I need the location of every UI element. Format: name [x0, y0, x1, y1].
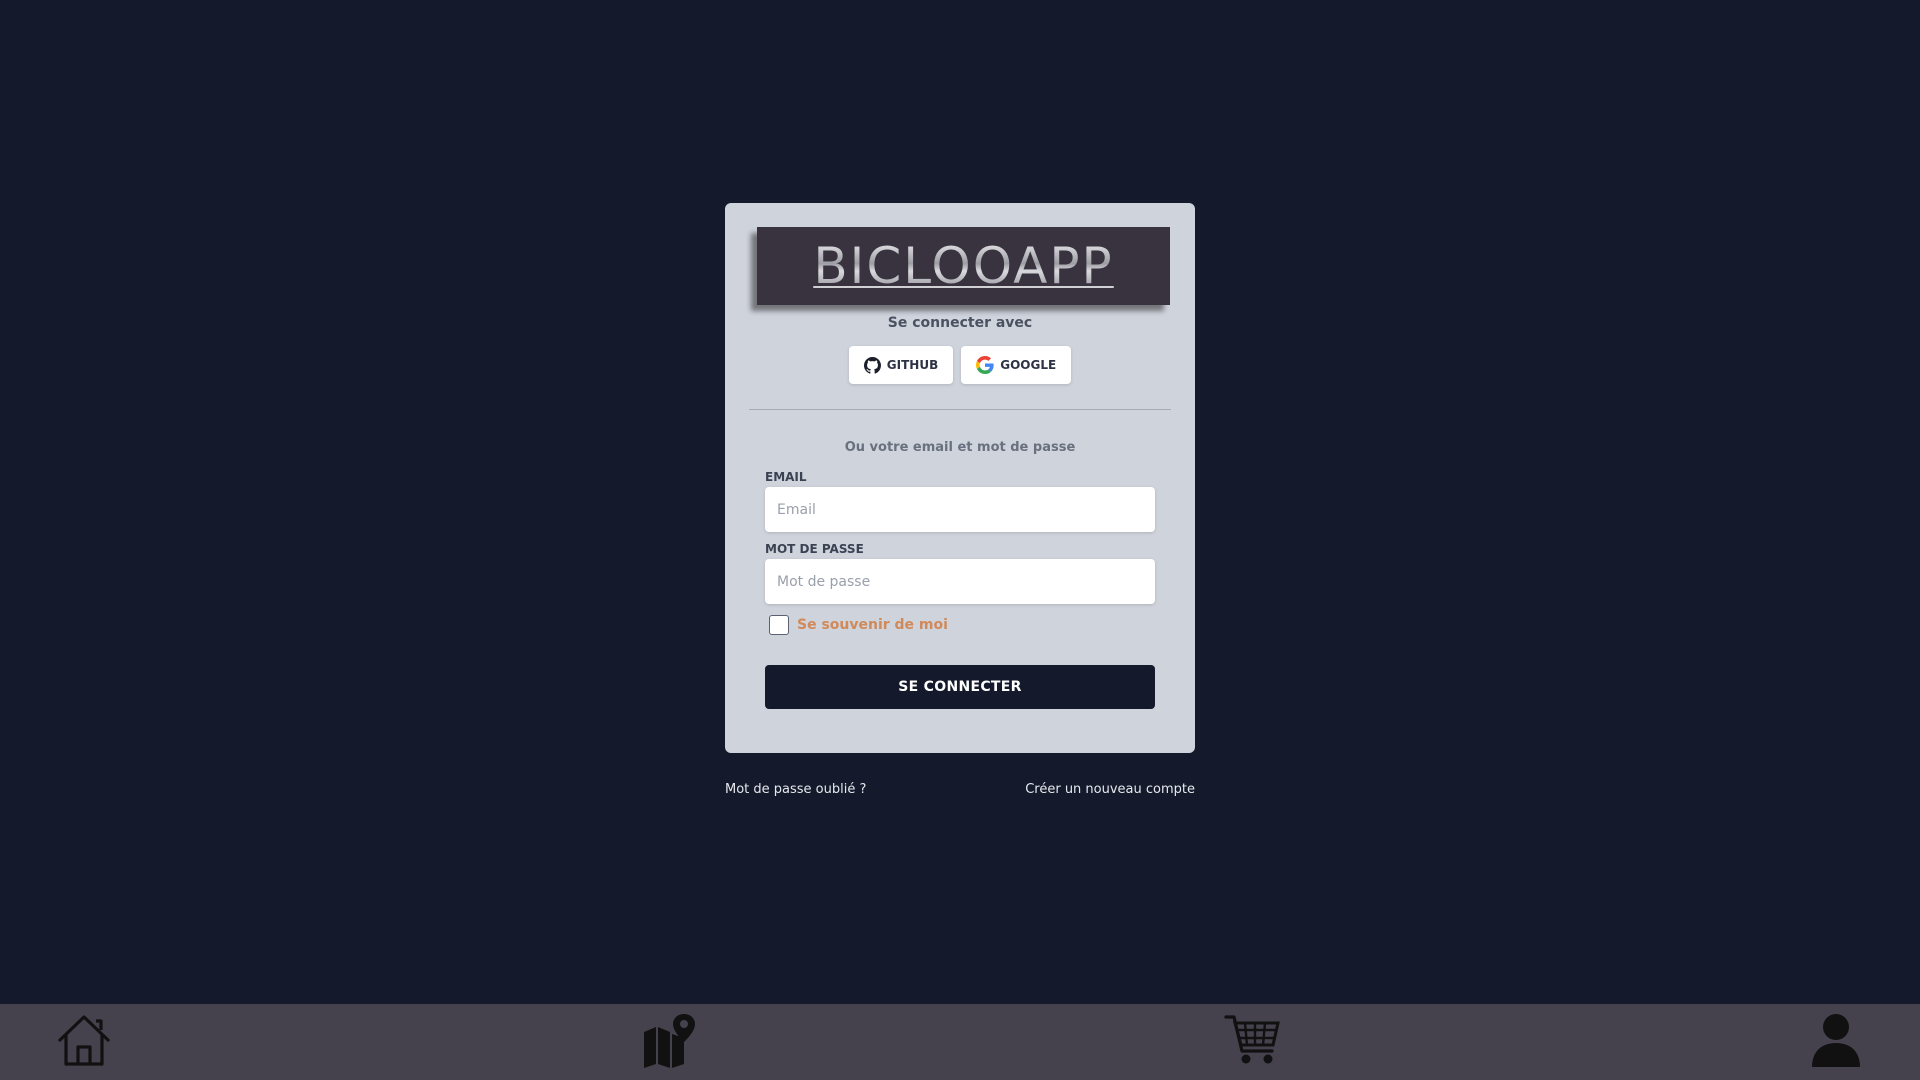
github-icon: [863, 356, 881, 374]
remember-me: Se souvenir de moi: [769, 615, 948, 635]
github-label: GITHUB: [886, 358, 939, 372]
password-label: MOT DE PASSE: [765, 542, 864, 556]
login-card: BICLOOAPP Se connecter avec GITHUB GOOGL…: [725, 203, 1195, 753]
password-field[interactable]: [765, 559, 1155, 604]
remember-me-label[interactable]: Se souvenir de moi: [797, 617, 948, 633]
nav-map[interactable]: [638, 1012, 698, 1072]
create-account-link[interactable]: Créer un nouveau compte: [1025, 782, 1195, 797]
brand-logo: BICLOOAPP: [757, 227, 1170, 305]
google-icon: [976, 356, 994, 374]
nav-home[interactable]: [54, 1012, 114, 1072]
cart-icon: [1224, 1013, 1280, 1071]
alt-login-text: Ou votre email et mot de passe: [844, 440, 1076, 455]
login-submit-button[interactable]: SE CONNECTER: [765, 665, 1155, 709]
nav-profile[interactable]: [1806, 1012, 1866, 1072]
map-pin-icon: [640, 1012, 696, 1072]
login-page: BICLOOAPP Se connecter avec GITHUB GOOGL…: [0, 0, 1920, 1080]
forgot-password-link[interactable]: Mot de passe oublié ?: [725, 782, 866, 797]
brand-name: BICLOOAPP: [813, 237, 1114, 295]
google-label: GOOGLE: [1000, 358, 1057, 372]
home-icon: [56, 1013, 112, 1071]
divider: [749, 409, 1171, 410]
social-login-row: GITHUB GOOGLE: [725, 346, 1195, 384]
user-icon: [1810, 1013, 1862, 1071]
google-login-button[interactable]: GOOGLE: [961, 346, 1072, 384]
email-field[interactable]: [765, 487, 1155, 532]
email-label: EMAIL: [765, 470, 807, 484]
connect-with-heading: Se connecter avec: [887, 315, 1033, 331]
github-login-button[interactable]: GITHUB: [848, 346, 954, 384]
remember-me-checkbox[interactable]: [769, 615, 789, 635]
bottom-nav: [0, 1004, 1920, 1080]
nav-cart[interactable]: [1222, 1012, 1282, 1072]
